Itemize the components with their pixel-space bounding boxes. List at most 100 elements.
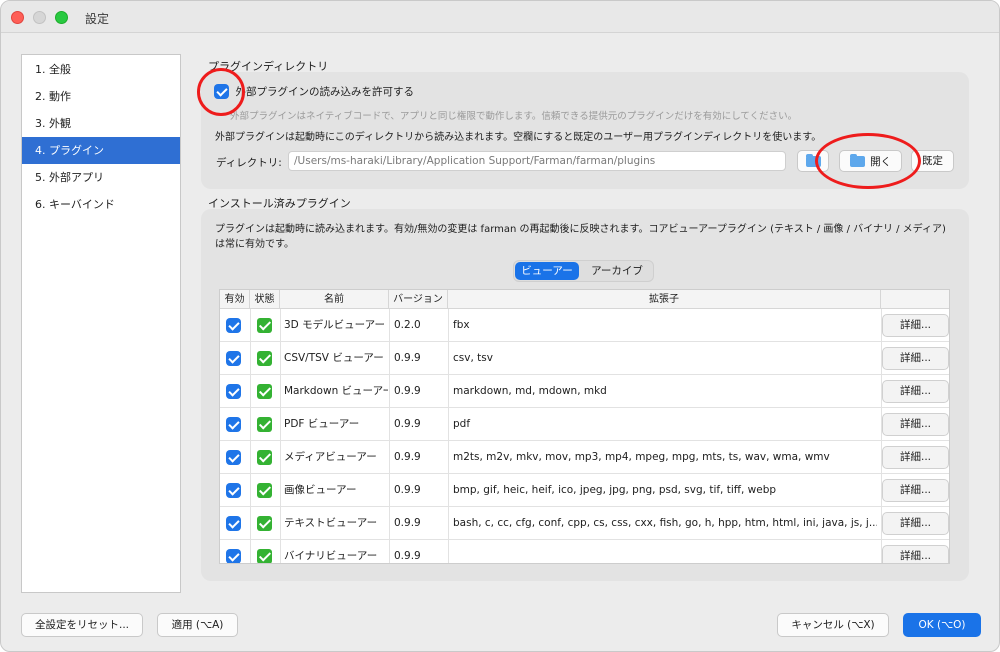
- enabled-checkbox[interactable]: [226, 317, 241, 333]
- sidebar-item-general[interactable]: 1. 全般: [22, 56, 180, 83]
- tab-viewer[interactable]: ビューアー: [515, 262, 579, 280]
- zoom-window-button[interactable]: [55, 11, 68, 24]
- allow-external-plugins-label: 外部プラグインの読み込みを許可する: [235, 86, 415, 98]
- enabled-checkbox[interactable]: [226, 515, 241, 531]
- directory-path-field[interactable]: /Users/ms-haraki/Library/Application Sup…: [288, 151, 786, 171]
- open-directory-button[interactable]: 開く: [839, 150, 902, 172]
- sidebar: 1. 全般 2. 動作 3. 外観 4. プラグイン 5. 外部アプリ 6. キ…: [21, 54, 181, 593]
- plugin-version: 0.9.9: [394, 517, 421, 529]
- plugin-version: 0.2.0: [394, 319, 421, 331]
- table-row[interactable]: メディアビューアー 0.9.9 m2ts, m2v, mkv, mov, mp3, …: [220, 441, 949, 474]
- table-header: 有効 状態 名前 バージョン 拡張子: [220, 290, 949, 309]
- settings-window: 設定 1. 全般 2. 動作 3. 外観 4. プラグイン 5. 外部アプリ 6…: [0, 0, 1000, 652]
- browse-folder-button[interactable]: [797, 150, 829, 172]
- enabled-cell: [226, 474, 246, 507]
- plugin-name: CSV/TSV ビューアー: [284, 352, 384, 364]
- default-directory-button[interactable]: 既定: [911, 150, 954, 172]
- sidebar-item-keybindings[interactable]: 6. キーバインド: [22, 191, 180, 218]
- installed-plugins-description: プラグインは起動時に読み込まれます。有効/無効の変更は farman の再起動後…: [215, 224, 946, 250]
- enabled-checkbox[interactable]: [226, 350, 241, 366]
- status-cell: [257, 441, 277, 474]
- enabled-checkbox[interactable]: [226, 383, 241, 399]
- status-cell: [257, 474, 277, 507]
- plugin-name: テキストビューアー: [284, 517, 378, 529]
- table-row[interactable]: バイナリビューアー 0.9.9 詳細...: [220, 540, 949, 563]
- details-button[interactable]: 詳細...: [882, 314, 949, 337]
- details-button[interactable]: 詳細...: [882, 413, 949, 436]
- table-row[interactable]: CSV/TSV ビューアー 0.9.9 csv, tsv 詳細...: [220, 342, 949, 375]
- plugins-table: 有効 状態 名前 バージョン 拡張子 3D モデルビューアー 0.2.0 fbx 詳細…: [219, 289, 950, 564]
- plugin-version: 0.9.9: [394, 385, 421, 397]
- details-button[interactable]: 詳細...: [882, 545, 949, 563]
- enabled-cell: [226, 540, 246, 563]
- plugin-name: 3D モデルビューアー: [284, 319, 386, 331]
- enabled-cell: [226, 309, 246, 342]
- tab-archive[interactable]: アーカイブ: [581, 262, 653, 280]
- enabled-checkbox[interactable]: [226, 482, 241, 498]
- details-button[interactable]: 詳細...: [882, 446, 949, 469]
- allow-external-plugins-row: 外部プラグインの読み込みを許可する: [214, 84, 414, 99]
- column-header-actions: [881, 290, 949, 309]
- enabled-checkbox[interactable]: [226, 449, 241, 465]
- column-header-version[interactable]: バージョン: [389, 290, 448, 309]
- sidebar-item-appearance[interactable]: 3. 外観: [22, 110, 180, 137]
- plugin-version: 0.9.9: [394, 484, 421, 496]
- enabled-cell: [226, 507, 246, 540]
- column-header-enabled[interactable]: 有効: [220, 290, 250, 309]
- column-header-extensions[interactable]: 拡張子: [448, 290, 881, 309]
- sidebar-item-external-apps[interactable]: 5. 外部アプリ: [22, 164, 180, 191]
- column-header-name[interactable]: 名前: [280, 290, 389, 309]
- plugin-extensions: [453, 540, 877, 563]
- reset-all-settings-button[interactable]: 全設定をリセット...: [21, 613, 143, 637]
- allow-external-plugins-checkbox[interactable]: [214, 84, 229, 99]
- status-cell: [257, 309, 277, 342]
- plugin-extensions: pdf: [453, 418, 471, 430]
- plugin-version: 0.9.9: [394, 451, 421, 463]
- details-button[interactable]: 詳細...: [882, 512, 949, 535]
- status-ok-icon: [257, 515, 272, 531]
- enabled-checkbox[interactable]: [226, 548, 241, 563]
- ok-button[interactable]: OK (⌥O): [903, 613, 981, 637]
- plugin-name: PDF ビューアー: [284, 418, 360, 430]
- plugin-extensions: markdown, md, mdown, mkd: [453, 385, 607, 397]
- table-row[interactable]: 画像ビューアー 0.9.9 bmp, gif, heic, heif, ico, j…: [220, 474, 949, 507]
- plugin-name: バイナリビューアー: [284, 550, 378, 562]
- enabled-checkbox[interactable]: [226, 416, 241, 432]
- plugin-extensions: fbx: [453, 319, 470, 331]
- table-row[interactable]: 3D モデルビューアー 0.2.0 fbx 詳細...: [220, 309, 949, 342]
- folder-icon: [805, 153, 821, 167]
- table-row[interactable]: テキストビューアー 0.9.9 bash, c, cc, cfg, conf, cp…: [220, 507, 949, 540]
- details-button[interactable]: 詳細...: [882, 479, 949, 502]
- status-ok-icon: [257, 449, 272, 465]
- sidebar-item-behavior[interactable]: 2. 動作: [22, 83, 180, 110]
- table-row[interactable]: Markdown ビューアー 0.9.9 markdown, md, mdown, …: [220, 375, 949, 408]
- status-ok-icon: [257, 317, 272, 333]
- close-window-button[interactable]: [11, 11, 24, 24]
- status-cell: [257, 408, 277, 441]
- plugin-name: メディアビューアー: [284, 451, 377, 463]
- status-ok-icon: [257, 350, 272, 366]
- status-ok-icon: [257, 548, 272, 563]
- column-header-status[interactable]: 状態: [250, 290, 280, 309]
- table-row[interactable]: PDF ビューアー 0.9.9 pdf 詳細...: [220, 408, 949, 441]
- title-bar: 設定: [1, 1, 999, 33]
- status-cell: [257, 342, 277, 375]
- status-ok-icon: [257, 383, 272, 399]
- plugin-name: 画像ビューアー: [284, 484, 357, 496]
- plugin-extensions: bmp, gif, heic, heif, ico, jpeg, jpg, pn…: [453, 484, 777, 496]
- minimize-window-button[interactable]: [33, 11, 46, 24]
- directory-label: ディレクトリ:: [216, 157, 282, 169]
- plugin-version: 0.9.9: [394, 418, 421, 430]
- status-cell: [257, 375, 277, 408]
- sidebar-item-plugins[interactable]: 4. プラグイン: [22, 137, 180, 164]
- plugin-type-tabs: ビューアー アーカイブ: [513, 260, 654, 282]
- folder-icon: [849, 154, 865, 167]
- window-title: 設定: [85, 12, 110, 26]
- cancel-button[interactable]: キャンセル (⌥X): [777, 613, 889, 637]
- status-cell: [257, 540, 277, 563]
- status-cell: [257, 507, 277, 540]
- status-ok-icon: [257, 482, 272, 498]
- details-button[interactable]: 詳細...: [882, 380, 949, 403]
- apply-button[interactable]: 適用 (⌥A): [157, 613, 238, 637]
- details-button[interactable]: 詳細...: [882, 347, 949, 370]
